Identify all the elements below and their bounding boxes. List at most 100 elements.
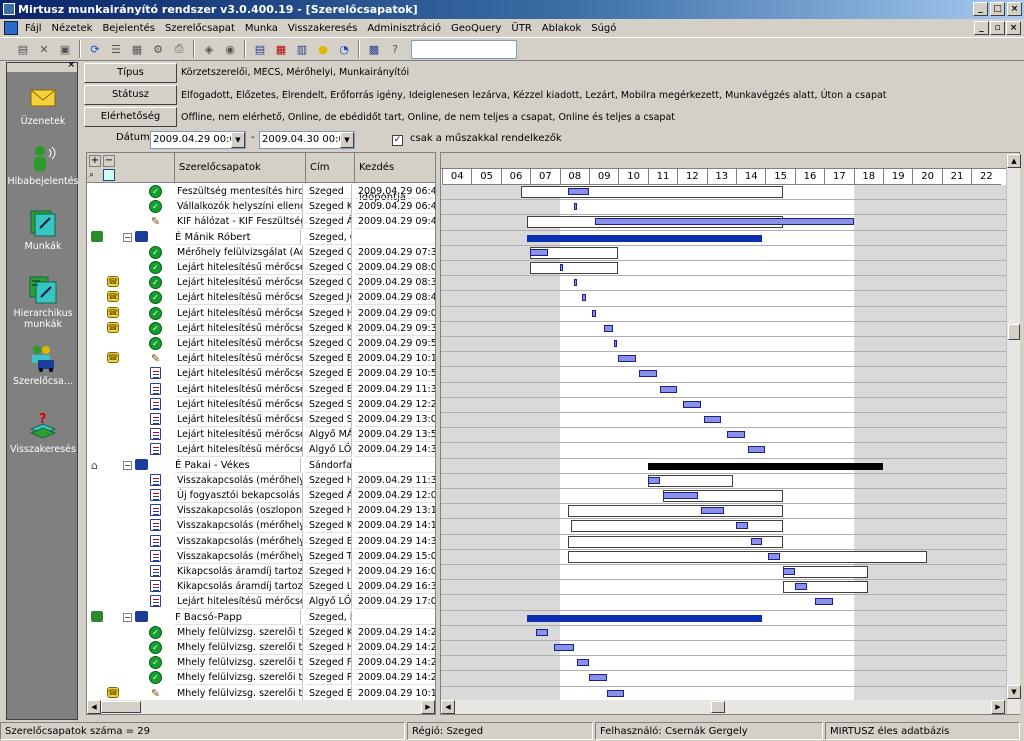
task-row[interactable]: ☎ ✓ Lejárt hitelesítésű mérőcsere (lSzeged… xyxy=(87,275,435,291)
new-icon[interactable]: ▤ xyxy=(14,40,32,58)
task-row[interactable]: Új fogyasztói bekapcsolás (ideSzeged Ál2… xyxy=(87,488,435,503)
task-bar[interactable] xyxy=(568,188,589,195)
task-row[interactable]: Lejárt hitelesítésű mérőcsere (lAlgyő LŐ… xyxy=(87,594,435,610)
task-row[interactable]: ✓ Lejárt hitelesítésű mérőcsere (lSzeged … xyxy=(87,336,435,351)
date-to-select[interactable]: 2009.04.30 00:00 ▼ xyxy=(259,131,355,149)
list-icon[interactable]: ☰ xyxy=(107,40,125,58)
task-bar[interactable] xyxy=(638,370,657,378)
task-row[interactable]: ☎ ✓ Lejárt hitelesítésű mérőcsere (lSzeged… xyxy=(87,290,435,306)
grid-icon[interactable]: ▥ xyxy=(293,40,311,58)
task-row[interactable]: Lejárt hitelesítésű mérőcsere (lAlgyő MÁ… xyxy=(87,427,435,443)
delete-icon[interactable]: ✕ xyxy=(35,40,53,58)
team-shift-bar[interactable] xyxy=(647,462,883,470)
magnifier-icon[interactable]: ⌕ xyxy=(89,169,101,181)
task-row[interactable]: ✓ Lejárt hitelesítésű mérőcsere (lSzeged … xyxy=(87,260,435,275)
shift-only-checkbox[interactable]: ✓ xyxy=(392,135,403,146)
task-bar[interactable] xyxy=(574,203,578,211)
sidebar-item-teams[interactable]: Szerelőcsa... xyxy=(7,343,79,387)
task-bar[interactable] xyxy=(613,340,617,347)
task-bar[interactable] xyxy=(606,689,625,697)
document-icon[interactable]: ▤ xyxy=(251,40,269,58)
task-bar[interactable] xyxy=(589,674,607,682)
task-row[interactable]: Visszakapcsolás (mérőhelyi) mSzeged Ki20… xyxy=(87,518,435,534)
scroll-thumb[interactable] xyxy=(101,701,141,713)
task-row[interactable]: Visszakapcsolás (mérőhelyi) mSzeged Ta20… xyxy=(87,548,435,564)
sidebar-item-works[interactable]: Munkák xyxy=(7,208,79,252)
collapse-toggle-icon[interactable]: − xyxy=(123,460,132,470)
sidebar-item-fault-report[interactable]: Hibabejelentés xyxy=(7,143,79,187)
task-row[interactable]: ✓ Feszültség mentesítés hirdetésSzeged200… xyxy=(87,184,435,199)
task-row[interactable]: Kikapcsolás áramdíj tartozás nSzeged H20… xyxy=(87,564,435,579)
task-row[interactable]: ✓ Mhely felülvizsg. szerelői tevéSzeged F… xyxy=(87,655,435,671)
properties-icon[interactable]: ▦ xyxy=(128,40,146,58)
task-bar[interactable] xyxy=(618,355,637,363)
task-bar[interactable] xyxy=(727,431,745,439)
collapse-toggle-icon[interactable]: − xyxy=(123,232,132,242)
task-bar[interactable] xyxy=(591,309,597,317)
grid-horizontal-scrollbar[interactable]: ◀ ▶ xyxy=(87,700,435,714)
task-bar[interactable] xyxy=(750,537,763,545)
team-row[interactable]: ⌂ − É Pakai - Vékes Sándorfal xyxy=(87,457,435,473)
gantt-horizontal-scrollbar[interactable]: ◀ ▶ xyxy=(441,700,1005,714)
mdi-minimize-button[interactable]: _ xyxy=(974,21,989,35)
menu-utr[interactable]: ÜTR xyxy=(506,23,536,34)
task-bar[interactable] xyxy=(703,416,722,423)
counter-icon[interactable]: ▩ xyxy=(365,40,383,58)
print-icon[interactable]: ⎙ xyxy=(170,40,188,58)
sidebar-close-icon[interactable]: × xyxy=(67,60,75,70)
menu-report[interactable]: Bejelentés xyxy=(97,23,160,34)
menu-team[interactable]: Szerelőcsapat xyxy=(160,23,240,34)
task-bar[interactable] xyxy=(530,248,548,256)
task-row[interactable]: Visszakapcsolás (mérőhelyi) mSzeged H200… xyxy=(87,472,435,488)
menu-geoquery[interactable]: GeoQuery xyxy=(446,23,506,34)
task-bar[interactable] xyxy=(700,507,725,515)
header-address[interactable]: Cím xyxy=(306,153,355,183)
toolbar-search-input[interactable] xyxy=(411,39,517,59)
schedule-window-bar[interactable] xyxy=(568,505,784,518)
scroll-right-icon[interactable]: ▶ xyxy=(421,700,435,714)
menu-work[interactable]: Munka xyxy=(240,23,283,34)
task-row[interactable]: ☎ ✎ Mhely felülvizsg. szerelői tevéSzeged … xyxy=(87,685,435,701)
task-row[interactable]: ✓ Vállalkozók helyszíni ellenőrzéSzeged K… xyxy=(87,199,435,215)
type-filter-button[interactable]: Típus xyxy=(84,63,177,83)
schedule-window-bar[interactable] xyxy=(521,186,784,198)
task-bar[interactable] xyxy=(683,400,701,408)
task-row[interactable]: ✓ Mhely felülvizsg. szerelői tevéSzeged H… xyxy=(87,640,435,655)
header-teams[interactable]: Szerelőcsapatok xyxy=(175,153,306,183)
task-bar[interactable] xyxy=(536,628,548,636)
sidebar-item-messages[interactable]: Üzenetek xyxy=(7,83,79,127)
task-bar[interactable] xyxy=(747,446,766,454)
team-shift-bar[interactable] xyxy=(527,234,763,242)
save-icon[interactable]: ▣ xyxy=(56,40,74,58)
sidebar-item-hierarchical-works[interactable]: Hierarchikus munkák xyxy=(7,275,79,330)
maximize-button[interactable]: □ xyxy=(990,2,1005,16)
scroll-up-icon[interactable]: ▲ xyxy=(1007,154,1021,168)
team-row[interactable]: − É Mánik Róbert Szeged, G xyxy=(87,229,435,245)
refresh-icon[interactable]: ⟳ xyxy=(86,40,104,58)
minimize-button[interactable]: _ xyxy=(973,2,988,16)
schedule-window-bar[interactable] xyxy=(571,520,784,533)
menu-views[interactable]: Nézetek xyxy=(47,23,98,34)
plus-icon[interactable]: + xyxy=(89,155,101,167)
header-start-time[interactable]: Kezdés időpontja xyxy=(355,153,435,203)
task-bar[interactable] xyxy=(815,598,833,606)
menu-admin[interactable]: Adminisztráció xyxy=(362,23,446,34)
task-row[interactable]: Lejárt hitelesítésű mérőcsere (lSzeged B… xyxy=(87,366,435,382)
task-row[interactable]: Lejárt hitelesítésű mérőcsere (lAlgyő LŐ… xyxy=(87,442,435,458)
scroll-right-icon[interactable]: ▶ xyxy=(991,700,1005,714)
task-row[interactable]: Lejárt hitelesítésű mérőcsere (lSzeged S… xyxy=(87,412,435,427)
team-row[interactable]: − F Bacsó-Papp Szeged, F xyxy=(87,609,435,625)
menu-file[interactable]: Fájl xyxy=(20,23,47,34)
task-bar[interactable] xyxy=(647,476,660,484)
scroll-thumb[interactable] xyxy=(711,701,725,713)
menu-search[interactable]: Visszakeresés xyxy=(283,23,362,34)
task-bar[interactable] xyxy=(736,522,748,530)
date-from-select[interactable]: 2009.04.29 00:00 ▼ xyxy=(150,131,246,149)
task-bar[interactable] xyxy=(553,644,575,651)
task-row[interactable]: ✓ Mhely felülvizsg. szerelői tevéSzeged K… xyxy=(87,624,435,640)
task-bar[interactable] xyxy=(768,552,781,560)
minus-icon[interactable]: − xyxy=(103,155,115,167)
task-bar[interactable] xyxy=(559,264,563,271)
vertical-scrollbar[interactable]: ▲ ▼ xyxy=(1006,154,1021,714)
task-row[interactable]: ☎ ✓ Lejárt hitelesítésű mérőcsere (lSzeged… xyxy=(87,305,435,321)
